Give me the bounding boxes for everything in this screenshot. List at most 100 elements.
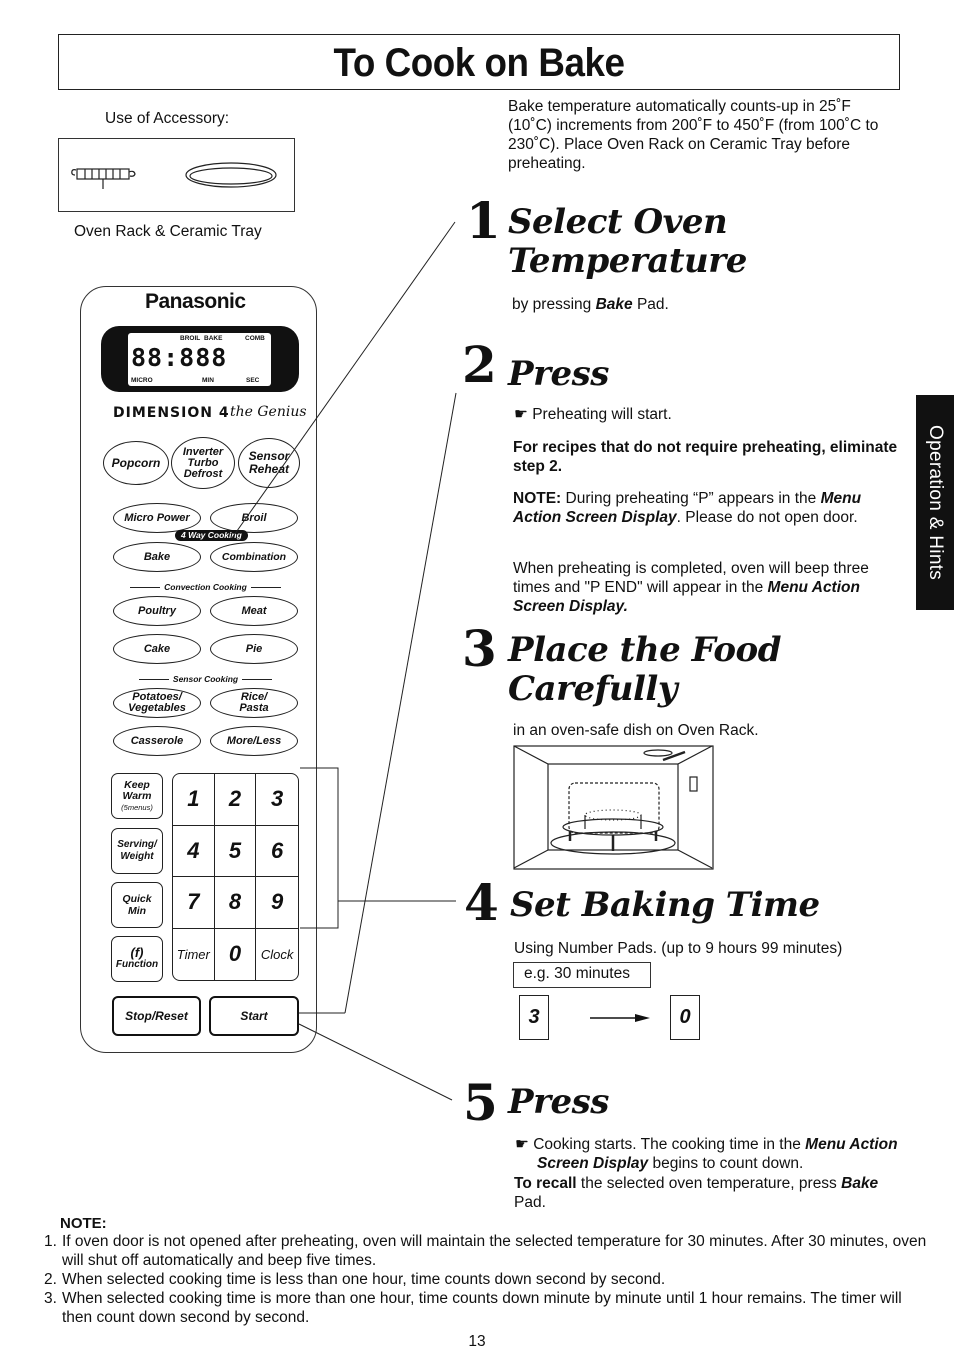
key-3[interactable]: 3 — [256, 774, 298, 826]
cake-button[interactable]: Cake — [113, 634, 201, 664]
stop-reset-label: Stop/Reset — [125, 1009, 188, 1023]
rice-pasta-button[interactable]: Rice/ Pasta — [210, 688, 298, 718]
arrow-right-icon — [590, 1014, 650, 1022]
potatoes-vegetables-button[interactable]: Potatoes/ Vegetables — [113, 688, 201, 718]
min-label: Min — [127, 905, 147, 917]
accessory-illustration — [58, 138, 295, 212]
poultry-label: Poultry — [138, 604, 176, 617]
broil-button[interactable]: Broil — [210, 503, 298, 533]
pie-label: Pie — [245, 642, 263, 655]
key-8[interactable]: 8 — [214, 877, 257, 929]
step-2-complete: When preheating is completed, oven will … — [513, 559, 903, 616]
serving-label: Serving/ — [117, 839, 157, 850]
note-text: If oven door is not opened after preheat… — [62, 1233, 927, 1269]
step-3-heading-line2: Carefully — [508, 669, 678, 709]
pointing-hand-icon: ☛ — [514, 406, 533, 423]
note-text: When selected cooking time is more than … — [62, 1290, 902, 1326]
note-text: When selected cooking time is less than … — [62, 1271, 666, 1288]
accessory-label: Use of Accessory: — [105, 110, 230, 127]
oven-interior-illustration — [513, 745, 714, 870]
intro-text: Bake temperature automatically counts-up… — [508, 98, 879, 172]
more-less-label: More/Less — [226, 734, 282, 747]
more-less-button[interactable]: More/Less — [210, 726, 298, 756]
key-6[interactable]: 6 — [256, 826, 298, 877]
bake-button[interactable]: Bake — [113, 542, 201, 572]
bake-pad-ref: Bake — [595, 296, 633, 313]
note-label: NOTE: — [513, 490, 562, 507]
key-7[interactable]: 7 — [173, 877, 215, 929]
recall-label: To recall — [514, 1175, 577, 1192]
start-button[interactable]: Start — [209, 996, 299, 1036]
reheat-label: Reheat — [248, 462, 289, 476]
recall-text: the selected oven temperature, press — [576, 1175, 842, 1192]
bake-pad-ref: Bake — [841, 1175, 879, 1192]
vegetables-label: Vegetables — [128, 702, 186, 714]
note-text: During preheating “P” appears in the — [561, 490, 821, 507]
sensor-reheat-button[interactable]: Sensor Reheat — [238, 438, 300, 488]
key-1[interactable]: 1 — [173, 774, 215, 826]
key-2[interactable]: 2 — [214, 774, 257, 826]
genius-logo: the Genius — [230, 404, 307, 420]
combination-button[interactable]: Combination — [210, 542, 298, 572]
step-5-heading: Press — [508, 1082, 609, 1122]
stop-reset-button[interactable]: Stop/Reset — [112, 996, 201, 1036]
step-2-note: NOTE: During preheating “P” appears in t… — [513, 489, 898, 527]
step-5-callout-line — [298, 1023, 453, 1101]
step-1-text: by pressing — [512, 296, 596, 313]
title-box: To Cook on Bake — [58, 34, 900, 90]
pointing-hand-icon: ☛ — [515, 1136, 534, 1153]
example-key-3: 3 — [519, 995, 549, 1040]
quick-min-button[interactable]: Quick Min — [111, 882, 163, 928]
step-1-text-end: Pad. — [632, 296, 669, 313]
pie-button[interactable]: Pie — [210, 634, 298, 664]
step-4-heading: Set Baking Time — [510, 885, 820, 925]
meat-button[interactable]: Meat — [210, 596, 298, 626]
section-tab-label: Operation & Hints — [925, 424, 946, 581]
step-5-recall: To recall the selected oven temperature,… — [514, 1174, 904, 1212]
note-text-end: . Please do not open door. — [676, 509, 858, 526]
keep-warm-button[interactable]: Keep Warm (5menus) — [111, 773, 163, 819]
clock-key[interactable]: Clock — [256, 929, 298, 981]
step-5-bullet: ☛ Cooking starts. The cooking time in th… — [515, 1135, 905, 1173]
note-number: 3. — [44, 1290, 57, 1307]
key-5[interactable]: 5 — [214, 825, 257, 877]
accessory-caption: Oven Rack & Ceramic Tray — [74, 223, 262, 240]
lcd-label-bake: BAKE — [204, 335, 223, 342]
step-2-callout-line — [344, 392, 457, 1014]
casserole-label: Casserole — [130, 734, 184, 747]
cake-label: Cake — [143, 642, 171, 655]
casserole-button[interactable]: Casserole — [113, 726, 201, 756]
step-4-number: 4 — [464, 873, 499, 932]
lcd-label-comb: COMB — [245, 335, 265, 342]
function-icon: (f) — [130, 945, 144, 960]
step-1-heading-line2: Temperature — [508, 241, 747, 281]
timer-key[interactable]: Timer — [173, 928, 215, 980]
pasta-label: Pasta — [239, 702, 269, 714]
step-5-text-end: begins to count down. — [648, 1155, 804, 1172]
function-button[interactable]: (f) Function — [111, 936, 163, 982]
weight-label: Weight — [120, 851, 154, 862]
key-0[interactable]: 0 — [215, 928, 257, 980]
poultry-button[interactable]: Poultry — [113, 596, 201, 626]
step-2-bold-note: For recipes that do not require preheati… — [513, 439, 898, 475]
quick-label: Quick — [122, 893, 152, 905]
function-label: Function — [115, 959, 159, 970]
turbo-label: Turbo — [187, 456, 219, 469]
micro-power-button[interactable]: Micro Power — [113, 503, 201, 533]
convection-label-text: Convection Cooking — [164, 582, 247, 592]
key-9[interactable]: 9 — [256, 877, 298, 929]
brand-logo: Panasonic — [145, 290, 246, 313]
lcd-label-micro: MICRO — [131, 377, 153, 384]
step-2-number: 2 — [462, 335, 497, 394]
broil-label: Broil — [241, 511, 267, 524]
inverter-turbo-defrost-button[interactable]: Inverter Turbo Defrost — [171, 437, 235, 489]
note-item: 2. When selected cooking time is less tha… — [0, 1270, 934, 1289]
key-4[interactable]: 4 — [173, 825, 215, 877]
serving-weight-button[interactable]: Serving/ Weight — [111, 828, 163, 874]
page-number: 13 — [468, 1333, 486, 1350]
step-5-number: 5 — [463, 1073, 498, 1132]
popcorn-button[interactable]: Popcorn — [103, 441, 169, 485]
lcd-label-broil: BROIL — [180, 335, 201, 342]
step-1-number: 1 — [466, 191, 501, 250]
defrost-label: Defrost — [183, 467, 223, 480]
